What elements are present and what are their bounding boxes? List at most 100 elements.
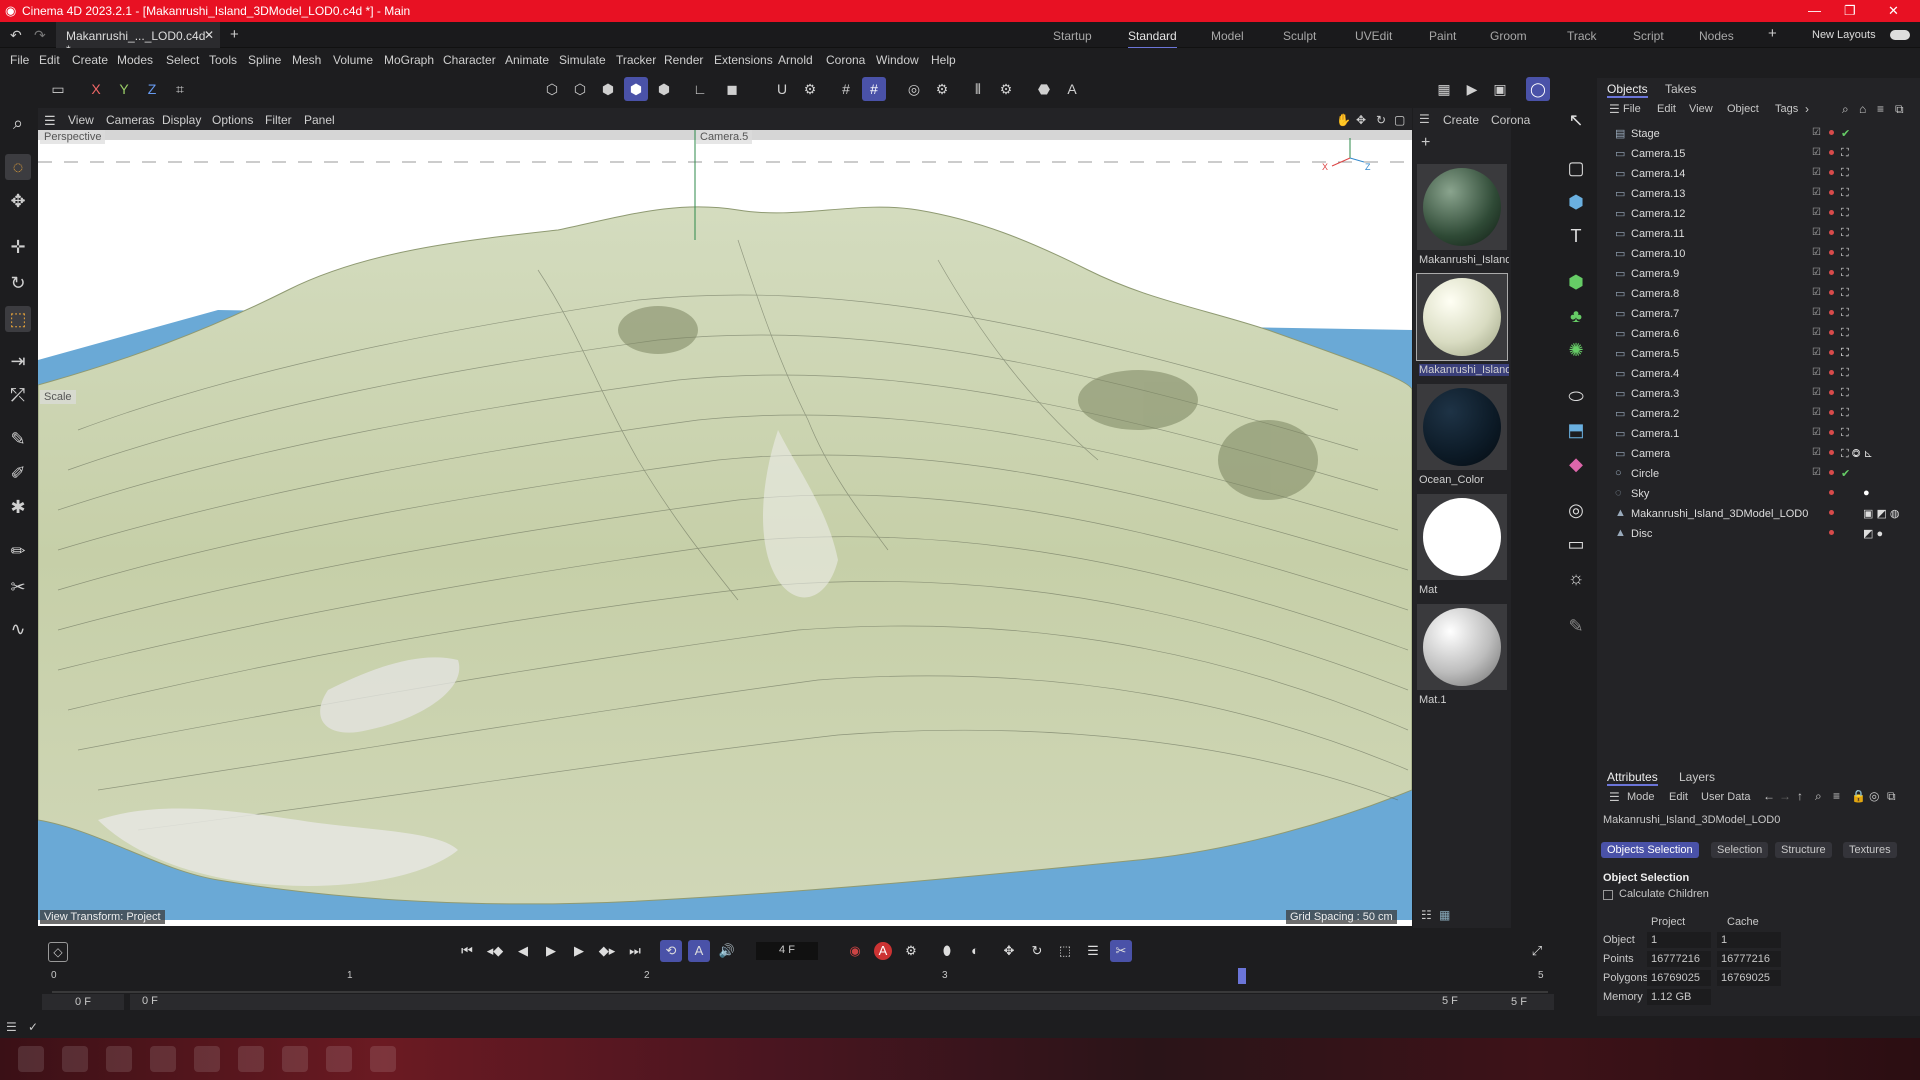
viewport-solo-icon[interactable]: ◯ bbox=[1526, 77, 1550, 101]
viewport-menu-panel[interactable]: Panel bbox=[304, 113, 335, 127]
text-object-icon[interactable]: T bbox=[1562, 222, 1590, 250]
menu-file[interactable]: File bbox=[10, 53, 29, 67]
protection-tag-icon[interactable]: ⛶ bbox=[1841, 247, 1849, 260]
material-tag-icon[interactable]: ▣ ◩ ◍ bbox=[1863, 507, 1900, 520]
viewport-menu-filter[interactable]: Filter bbox=[265, 113, 292, 127]
symmetry-icon[interactable]: ⫴ bbox=[966, 77, 990, 101]
objects-menu-edit[interactable]: Edit bbox=[1657, 103, 1676, 115]
layout-startup[interactable]: Startup bbox=[1053, 29, 1092, 43]
go-to-end-icon[interactable]: ⏭ bbox=[624, 940, 646, 962]
layer-checkbox-icon[interactable]: ☑ bbox=[1812, 227, 1821, 238]
list-item[interactable]: ▭ Camera.4 ☑ ⛶ bbox=[1597, 364, 1920, 384]
cube-object-icon[interactable]: ▢ bbox=[1562, 154, 1590, 182]
environment-icon[interactable]: ◎ bbox=[1562, 496, 1590, 524]
protection-tag-icon[interactable]: ⛶ bbox=[1841, 287, 1849, 300]
primitive-icon[interactable]: ⬢ bbox=[1562, 188, 1590, 216]
settings-icon[interactable]: ◎ bbox=[1869, 789, 1879, 803]
material-swatch[interactable] bbox=[1417, 604, 1507, 690]
list-item[interactable]: ▲ Disc ◩ ● bbox=[1597, 524, 1920, 544]
hexagon-tool-icon[interactable]: ⬣ bbox=[1032, 77, 1056, 101]
protection-tag-icon[interactable]: ⛶ bbox=[1841, 307, 1849, 320]
back-arrow-icon[interactable]: ← bbox=[1763, 789, 1775, 803]
menu-mesh[interactable]: Mesh bbox=[292, 53, 321, 67]
list-item[interactable]: ▭ Camera.14 ☑ ⛶ bbox=[1597, 164, 1920, 184]
menu-render[interactable]: Render bbox=[664, 53, 703, 67]
workplane-icon[interactable]: ∟ bbox=[688, 77, 712, 101]
menu-modes[interactable]: Modes bbox=[117, 53, 153, 67]
menu-corona[interactable]: Corona bbox=[826, 53, 865, 67]
list-item[interactable]: ▭ Camera ☑ ⛶ ◎ ⊾ bbox=[1597, 444, 1920, 464]
render-region-icon[interactable]: ▭ bbox=[46, 77, 70, 101]
viewport-menu-options[interactable]: Options bbox=[212, 113, 253, 127]
material-menu-create[interactable]: Create bbox=[1443, 113, 1479, 127]
visibility-dot[interactable] bbox=[1829, 430, 1834, 435]
layout-model[interactable]: Model bbox=[1211, 29, 1244, 43]
protection-tag-icon[interactable]: ⛶ bbox=[1841, 227, 1849, 240]
subtab-selection[interactable]: Selection bbox=[1711, 842, 1769, 858]
lock-icon[interactable]: 🔒 bbox=[1851, 789, 1866, 803]
material-tag-icon[interactable]: ◩ ● bbox=[1863, 527, 1883, 540]
protection-tag-icon[interactable]: ⛶ bbox=[1841, 167, 1849, 180]
objects-menu-view[interactable]: View bbox=[1689, 103, 1713, 115]
protection-tag-icon[interactable]: ⛶ bbox=[1841, 187, 1849, 200]
next-key-icon[interactable]: ◆▸ bbox=[596, 940, 618, 962]
sculpt-tool-icon[interactable]: ✱ bbox=[5, 494, 31, 520]
layer-checkbox-icon[interactable]: ☑ bbox=[1812, 367, 1821, 378]
edit-render-settings-icon[interactable]: ▣ bbox=[1488, 77, 1512, 101]
attr-menu-user-data[interactable]: User Data bbox=[1701, 791, 1751, 803]
list-item[interactable]: ▭ Camera.10 ☑ ⛶ bbox=[1597, 244, 1920, 264]
menu-help[interactable]: Help bbox=[931, 53, 956, 67]
protection-tag-icon[interactable]: ⛶ bbox=[1841, 427, 1849, 440]
layout-uvedit[interactable]: UVEdit bbox=[1355, 29, 1392, 43]
points-mode-icon[interactable]: ⬡ bbox=[540, 77, 564, 101]
visibility-dot[interactable] bbox=[1829, 250, 1834, 255]
range-slider[interactable] bbox=[130, 994, 1502, 1010]
layer-checkbox-icon[interactable]: ☑ bbox=[1812, 387, 1821, 398]
search-icon[interactable]: ⌕ bbox=[1815, 789, 1822, 804]
menu-volume[interactable]: Volume bbox=[333, 53, 373, 67]
tab-attributes[interactable]: Attributes bbox=[1607, 770, 1658, 786]
layer-checkbox-icon[interactable]: ☑ bbox=[1812, 447, 1821, 458]
axis-x-button[interactable]: X bbox=[84, 77, 108, 101]
viewport-camera-label[interactable]: Camera.5 bbox=[696, 130, 753, 144]
transfer-tool-icon[interactable]: ⇥ bbox=[5, 348, 31, 374]
protection-tag-active-icon[interactable]: ⛶ bbox=[1841, 347, 1849, 360]
taskbar-app-icon[interactable] bbox=[282, 1046, 308, 1072]
coordinate-system-icon[interactable]: ⌗ bbox=[168, 77, 192, 101]
check-icon[interactable]: ✔ bbox=[1841, 127, 1850, 140]
objects-menu-tags[interactable]: Tags bbox=[1775, 103, 1798, 115]
visibility-dot[interactable] bbox=[1829, 470, 1834, 475]
list-item[interactable]: ▭ Camera.1 ☑ ⛶ bbox=[1597, 424, 1920, 444]
play-icon[interactable]: ▶ bbox=[540, 940, 562, 962]
pan-icon[interactable]: ✋ bbox=[1336, 113, 1351, 127]
grid-snap-icon[interactable]: # bbox=[862, 77, 886, 101]
menu-edit[interactable]: Edit bbox=[39, 53, 60, 67]
spline-pen-icon[interactable]: ✎ bbox=[5, 426, 31, 452]
forward-arrow-icon[interactable]: → bbox=[1779, 789, 1791, 803]
hamburger-icon[interactable]: ☰ bbox=[44, 113, 56, 129]
visibility-dot[interactable] bbox=[1829, 270, 1834, 275]
edges-mode-icon[interactable]: ⬡ bbox=[568, 77, 592, 101]
redo-icon[interactable]: ↷ bbox=[34, 27, 46, 44]
field-icon[interactable]: ⬭ bbox=[1562, 382, 1590, 410]
menu-select[interactable]: Select bbox=[166, 53, 199, 67]
tweak-tool-icon[interactable]: ✥ bbox=[5, 188, 31, 214]
new-layouts-label[interactable]: New Layouts bbox=[1812, 29, 1876, 41]
search-icon[interactable]: ⌕ bbox=[5, 110, 31, 136]
layout-standard[interactable]: Standard bbox=[1128, 29, 1177, 49]
restore-icon[interactable]: ❐ bbox=[1844, 3, 1856, 19]
list-item[interactable]: ▭ Camera.3 ☑ ⛶ bbox=[1597, 384, 1920, 404]
rotate-tool-icon[interactable]: ↻ bbox=[5, 270, 31, 296]
layer-checkbox-icon[interactable]: ☑ bbox=[1812, 427, 1821, 438]
layer-checkbox-icon[interactable]: ☑ bbox=[1812, 147, 1821, 158]
list-item[interactable]: ▭ Camera.6 ☑ ⛶ bbox=[1597, 324, 1920, 344]
taskbar-app-icon[interactable] bbox=[62, 1046, 88, 1072]
camera-object-icon[interactable]: ▭ bbox=[1562, 530, 1590, 558]
rotate-view-icon[interactable]: ↻ bbox=[1376, 113, 1386, 127]
material-swatch[interactable] bbox=[1417, 494, 1507, 580]
subtab-textures[interactable]: Textures bbox=[1843, 842, 1897, 858]
autokey-icon[interactable]: A bbox=[872, 940, 894, 962]
motion-mode-icon[interactable]: ⬮ bbox=[936, 940, 958, 962]
menu-arnold[interactable]: Arnold bbox=[778, 53, 813, 67]
grid-icon[interactable]: # bbox=[834, 77, 858, 101]
